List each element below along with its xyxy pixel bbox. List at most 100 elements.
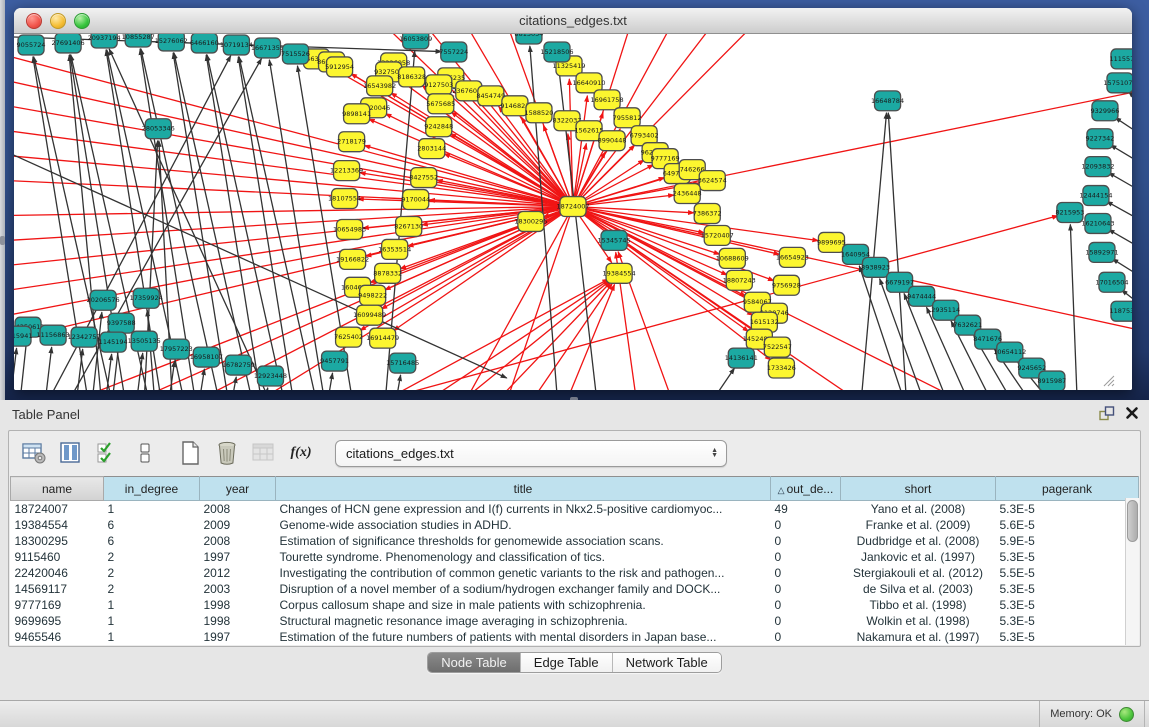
cell-short[interactable]: Franke et al. (2009) bbox=[841, 517, 996, 533]
graph-node[interactable]: 15276062 bbox=[155, 34, 188, 51]
graph-node[interactable]: 28053346 bbox=[142, 119, 175, 139]
graph-node[interactable]: 12093832 bbox=[1081, 157, 1114, 177]
graph-node[interactable]: 9227342 bbox=[1085, 129, 1114, 149]
cell-in_degree[interactable]: 2 bbox=[104, 549, 200, 565]
panel-collapse-handle[interactable] bbox=[0, 236, 5, 245]
graph-node[interactable]: 12213369 bbox=[330, 161, 363, 181]
graph-node[interactable]: 8215953 bbox=[1055, 203, 1084, 223]
graph-node[interactable]: 8267130 bbox=[394, 216, 423, 236]
graph-node[interactable]: 16099489 bbox=[353, 305, 386, 325]
graph-node[interactable]: 7557224 bbox=[439, 42, 468, 62]
cell-in_degree[interactable]: 1 bbox=[104, 613, 200, 629]
cell-year[interactable]: 2008 bbox=[200, 533, 276, 549]
graph-node[interactable]: 1733426 bbox=[767, 358, 796, 378]
graph-node[interactable]: 16671355 bbox=[251, 38, 284, 58]
graph-node[interactable]: 5675685 bbox=[426, 94, 455, 114]
graph-node[interactable]: 19384554 bbox=[603, 263, 636, 283]
graph-node[interactable]: 9170044 bbox=[401, 190, 430, 210]
graph-node[interactable]: 10688609 bbox=[716, 248, 749, 268]
graph-node[interactable]: 8813054 bbox=[514, 34, 543, 44]
graph-node[interactable]: 9474444 bbox=[907, 286, 936, 306]
cell-out_degree[interactable]: 0 bbox=[771, 565, 841, 581]
cell-year[interactable]: 1997 bbox=[200, 629, 276, 645]
select-columns-button[interactable] bbox=[58, 440, 84, 466]
row-height-button[interactable] bbox=[132, 440, 158, 466]
graph-node[interactable]: 9397588 bbox=[107, 313, 136, 333]
graph-node[interactable]: 2436448 bbox=[673, 184, 702, 204]
graph-node[interactable]: 1115575 bbox=[1110, 49, 1132, 69]
graph-node[interactable]: 8915987 bbox=[1037, 371, 1066, 390]
cell-name[interactable]: 19384554 bbox=[11, 517, 104, 533]
graph-node[interactable]: 16353514 bbox=[378, 239, 411, 259]
network-view-window[interactable]: citations_edges.txt 18300295193845542242… bbox=[14, 8, 1132, 390]
graph-node[interactable]: 1588520 bbox=[524, 103, 553, 123]
cell-title[interactable]: Genome-wide association studies in ADHD. bbox=[276, 517, 771, 533]
graph-node[interactable]: 15345745 bbox=[598, 230, 631, 250]
left-panel-edge[interactable] bbox=[0, 0, 5, 400]
graph-node[interactable]: 17359924 bbox=[130, 288, 163, 308]
cell-name[interactable]: 18724007 bbox=[11, 501, 104, 518]
graph-node[interactable]: 16958107 bbox=[190, 347, 223, 367]
cell-title[interactable]: Corpus callosum shape and size in male p… bbox=[276, 597, 771, 613]
citation-network-graph[interactable]: 1830029519384554224200469898141271817912… bbox=[14, 34, 1132, 390]
cell-in_degree[interactable]: 2 bbox=[104, 565, 200, 581]
graph-node[interactable]: 16053809 bbox=[399, 34, 432, 49]
minimize-window-icon[interactable] bbox=[50, 13, 66, 29]
cell-pagerank[interactable]: 5.5E-5 bbox=[996, 565, 1139, 581]
graph-node[interactable]: 8878332 bbox=[373, 263, 402, 283]
column-header-in_degree[interactable]: in_degree bbox=[104, 477, 200, 501]
cell-title[interactable]: Estimation of significance thresholds fo… bbox=[276, 533, 771, 549]
cell-pagerank[interactable]: 5.9E-5 bbox=[996, 533, 1139, 549]
cell-out_degree[interactable]: 0 bbox=[771, 613, 841, 629]
graph-node[interactable]: 8990448 bbox=[598, 131, 627, 151]
graph-node[interactable]: 12923448 bbox=[254, 366, 287, 386]
graph-node[interactable]: 20937194 bbox=[88, 34, 121, 48]
cell-short[interactable]: Tibbo et al. (1998) bbox=[841, 597, 996, 613]
cell-pagerank[interactable]: 5.6E-5 bbox=[996, 517, 1139, 533]
cell-title[interactable]: Investigating the contribution of common… bbox=[276, 565, 771, 581]
graph-node[interactable]: 11156863 bbox=[37, 325, 70, 345]
graph-node[interactable]: 9242848 bbox=[424, 117, 453, 137]
graph-node[interactable]: 14136141 bbox=[725, 348, 758, 368]
graph-node[interactable]: 15716485 bbox=[386, 353, 419, 373]
column-header-pagerank[interactable]: pagerank bbox=[996, 477, 1139, 501]
graph-node[interactable]: 2718179 bbox=[337, 132, 366, 152]
graph-node[interactable]: 3624574 bbox=[698, 171, 727, 191]
cell-pagerank[interactable]: 5.3E-5 bbox=[996, 549, 1139, 565]
cell-title[interactable]: Structural magnetic resonance image aver… bbox=[276, 613, 771, 629]
column-header-short[interactable]: short bbox=[841, 477, 996, 501]
cell-out_degree[interactable]: 0 bbox=[771, 597, 841, 613]
cell-pagerank[interactable]: 5.3E-5 bbox=[996, 629, 1139, 645]
table-row[interactable]: 2242004622012Investigating the contribut… bbox=[11, 565, 1139, 581]
graph-node[interactable]: 10654983 bbox=[333, 219, 366, 239]
graph-node[interactable]: 18807243 bbox=[723, 270, 756, 290]
cell-name[interactable]: 18300295 bbox=[11, 533, 104, 549]
cell-short[interactable]: Stergiakouli et al. (2012) bbox=[841, 565, 996, 581]
cell-name[interactable]: 9699695 bbox=[11, 613, 104, 629]
graph-node[interactable]: 27691406 bbox=[52, 34, 85, 53]
cell-name[interactable]: 9115460 bbox=[11, 549, 104, 565]
cell-year[interactable]: 2008 bbox=[200, 501, 276, 518]
cell-pagerank[interactable]: 5.3E-5 bbox=[996, 613, 1139, 629]
cell-in_degree[interactable]: 1 bbox=[104, 629, 200, 645]
graph-node[interactable]: 16210643 bbox=[1081, 213, 1114, 233]
tab-edge-table[interactable]: Edge Table bbox=[520, 653, 612, 672]
graph-node[interactable]: 16543982 bbox=[363, 76, 396, 96]
graph-node[interactable]: 15751074 bbox=[1103, 73, 1132, 93]
cell-out_degree[interactable]: 0 bbox=[771, 517, 841, 533]
graph-node[interactable]: 15892971 bbox=[1085, 242, 1118, 262]
table-row[interactable]: 969969511998Structural magnetic resonanc… bbox=[11, 613, 1139, 629]
cell-in_degree[interactable]: 6 bbox=[104, 533, 200, 549]
column-header-title[interactable]: title bbox=[276, 477, 771, 501]
graph-node[interactable]: 16782759 bbox=[222, 355, 255, 375]
cell-out_degree[interactable]: 49 bbox=[771, 501, 841, 518]
cell-pagerank[interactable]: 5.3E-5 bbox=[996, 581, 1139, 597]
cell-in_degree[interactable]: 2 bbox=[104, 581, 200, 597]
table-selector-dropdown[interactable]: citations_edges.txt ▲▼ bbox=[335, 440, 727, 467]
new-table-button[interactable] bbox=[177, 440, 203, 466]
graph-node[interactable]: 16914479 bbox=[366, 328, 399, 348]
graph-node[interactable]: 13505135 bbox=[128, 331, 161, 351]
graph-node[interactable]: 7515526 bbox=[281, 44, 310, 64]
cell-year[interactable]: 2009 bbox=[200, 517, 276, 533]
graph-node[interactable]: 7386372 bbox=[693, 204, 722, 224]
